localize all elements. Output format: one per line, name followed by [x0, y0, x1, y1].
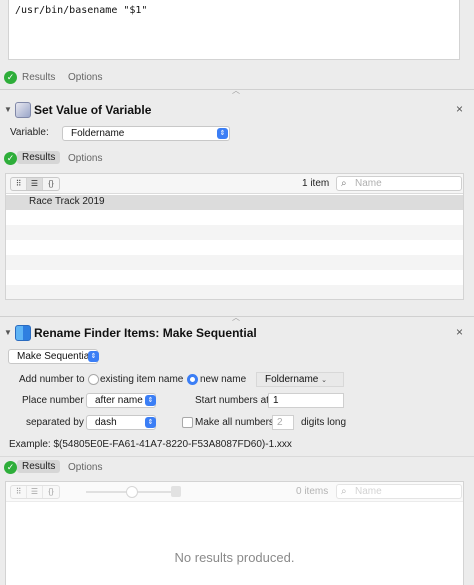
mode-select[interactable]: Make Sequential [8, 349, 98, 364]
list-row-empty [6, 255, 463, 270]
list-item[interactable]: Race Track 2019 [6, 195, 463, 210]
view-switcher[interactable]: ⠿ ☰ {} [10, 177, 60, 191]
search-placeholder: Name [355, 486, 382, 497]
new-name-radio[interactable] [187, 374, 198, 385]
separator-value: dash [95, 417, 117, 428]
digits-long-label: digits long [301, 417, 347, 428]
stepper-icon[interactable]: ⇕ [145, 417, 156, 428]
item-count: 0 items [296, 486, 329, 497]
example-text: Example: $(54805E0E-FA61-41A7-8220-F53A8… [9, 439, 292, 450]
rename-action: ▼ Rename Finder Items: Make Sequential ×… [0, 321, 474, 585]
close-icon[interactable]: × [456, 102, 463, 116]
action-title: Rename Finder Items: Make Sequential [34, 326, 257, 340]
icon-view-icon[interactable]: ⠿ [11, 178, 27, 190]
place-number-label: Place number [22, 395, 84, 406]
slider-knob[interactable] [126, 486, 138, 498]
action-title: Set Value of Variable [34, 103, 152, 117]
place-number-value: after name [95, 395, 143, 406]
start-numbers-field[interactable]: 1 [268, 393, 344, 408]
code-view-icon[interactable]: {} [43, 486, 59, 498]
finder-icon [15, 325, 31, 341]
mode-select-value: Make Sequential [17, 351, 92, 362]
separated-by-label: separated by [26, 417, 84, 428]
results-area: ⠿ ☰ {} 0 items ⌕ Name No results produce… [5, 481, 464, 585]
results-toolbar: ⠿ ☰ {} 0 items ⌕ Name [6, 482, 463, 502]
stepper-icon[interactable]: ⇕ [217, 128, 228, 139]
start-numbers-value: 1 [273, 395, 279, 406]
tab-results[interactable]: Results [17, 151, 61, 164]
digits-field[interactable]: 2 [272, 415, 294, 430]
list-view-icon[interactable]: ☰ [27, 178, 43, 190]
view-switcher[interactable]: ⠿ ☰ {} [10, 485, 60, 499]
make-all-numbers-label: Make all numbers [195, 417, 274, 428]
new-name-value: Foldername [265, 374, 319, 385]
set-value-action: ▼ Set Value of Variable × Variable: Fold… [0, 98, 474, 308]
item-count: 1 item [302, 178, 330, 189]
search-icon: ⌕ [341, 178, 347, 189]
tab-results[interactable]: Results [22, 72, 55, 83]
stepper-icon[interactable]: ⇕ [88, 351, 99, 362]
chevron-down-icon: ⌄ [321, 377, 328, 384]
make-all-numbers-checkbox[interactable] [182, 417, 193, 428]
list-row-empty [6, 225, 463, 240]
results-area: ⠿ ☰ {} 1 item ⌕ Name Race Track 2019 [5, 173, 464, 300]
list-view-icon[interactable]: ☰ [27, 486, 43, 498]
results-toolbar: ⠿ ☰ {} 1 item ⌕ Name [6, 174, 463, 194]
large-icon [171, 486, 181, 497]
tab-options[interactable]: Options [68, 72, 102, 83]
close-icon[interactable]: × [456, 325, 463, 339]
list-item-label: Race Track 2019 [29, 196, 105, 207]
add-number-label: Add number to [19, 374, 85, 385]
success-check-icon: ✓ [4, 461, 17, 474]
divider [0, 456, 474, 457]
tab-options[interactable]: Options [68, 153, 102, 164]
connector-notch: ︿ [232, 86, 240, 95]
code-view-icon[interactable]: {} [43, 178, 59, 190]
tab-options[interactable]: Options [68, 462, 102, 473]
stepper-icon[interactable]: ⇕ [145, 395, 156, 406]
start-numbers-label: Start numbers at [195, 395, 269, 406]
search-input[interactable]: ⌕ Name [336, 176, 462, 191]
script-code: /usr/bin/basename "$1" [15, 5, 148, 16]
collapse-triangle-icon[interactable]: ▼ [4, 105, 12, 114]
existing-item-name-radio[interactable] [88, 374, 99, 385]
empty-message: No results produced. [174, 550, 295, 565]
tab-results[interactable]: Results [17, 460, 61, 473]
new-name-field[interactable]: Foldername ⌄ [256, 372, 344, 387]
search-icon: ⌕ [341, 486, 347, 497]
search-input[interactable]: ⌕ Name [336, 484, 462, 499]
script-editor[interactable]: /usr/bin/basename "$1" [8, 0, 460, 60]
success-check-icon: ✓ [4, 71, 17, 84]
shell-script-action: /usr/bin/basename "$1" ✓ Results Options [0, 0, 474, 98]
success-check-icon: ✓ [4, 152, 17, 165]
zoom-slider[interactable] [86, 486, 176, 498]
variable-select-value: Foldername [71, 128, 125, 139]
search-placeholder: Name [355, 178, 382, 189]
variable-select[interactable]: Foldername [62, 126, 230, 141]
icon-view-icon[interactable]: ⠿ [11, 486, 27, 498]
existing-item-name-label: existing item name [100, 374, 184, 385]
collapse-triangle-icon[interactable]: ▼ [4, 328, 12, 337]
list-row-empty [6, 285, 463, 299]
new-name-label: new name [200, 374, 247, 385]
variable-action-icon [15, 102, 31, 118]
variable-label: Variable: [10, 127, 49, 138]
digits-value: 2 [277, 417, 283, 428]
